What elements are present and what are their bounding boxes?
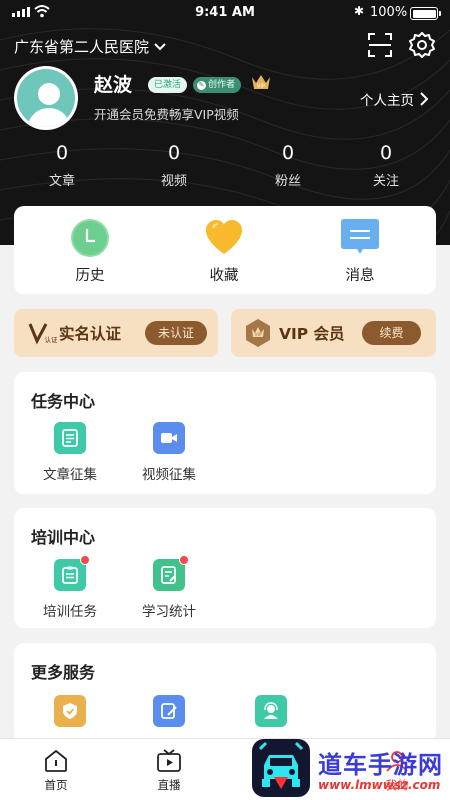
vip-crown-text: VIP	[257, 84, 265, 90]
training-center-card: 培训中心 培训任务 学习统计	[14, 508, 436, 628]
vip-shield-icon: VIP	[246, 319, 270, 347]
vip-membership-banner[interactable]: VIP VIP 会员 续费	[231, 309, 436, 357]
stat-articles[interactable]: 0 文章	[22, 142, 102, 189]
verification-status-button[interactable]: 未认证	[145, 321, 207, 345]
car-icon	[258, 741, 304, 789]
notification-dot	[179, 555, 189, 565]
article-collection-label: 文章征集	[43, 467, 97, 483]
vip-crown-icon: VIP	[252, 75, 270, 90]
training-task-label: 培训任务	[43, 604, 97, 620]
favorites-label: 收藏	[209, 268, 239, 284]
tab-live-label: 直播	[157, 778, 181, 792]
shield-icon	[63, 703, 77, 719]
scan-icon[interactable]	[367, 32, 393, 58]
more-services-card: 更多服务	[14, 643, 436, 743]
message-icon	[341, 219, 379, 254]
stat-label: 粉丝	[274, 174, 301, 189]
watermark-text: 道车手游网	[318, 751, 443, 779]
service-item-edit[interactable]	[126, 695, 212, 727]
notification-dot	[80, 555, 90, 565]
renew-button[interactable]: 续费	[362, 321, 421, 345]
stat-label: 关注	[372, 174, 399, 189]
watermark-logo	[252, 739, 310, 797]
activated-badge: 已激活	[148, 77, 188, 93]
video-icon	[161, 433, 177, 443]
chevron-right-icon	[420, 92, 428, 106]
hospital-name: 广东省第二人民医院	[14, 38, 150, 56]
article-icon	[62, 429, 78, 447]
tab-home[interactable]: 首页	[16, 749, 96, 793]
quick-actions-card: 历史 收藏 消息	[14, 206, 436, 294]
membership-promo[interactable]: 开通会员免费畅享VIP视频	[94, 104, 239, 123]
real-name-verification-title: 实名认证	[59, 325, 122, 343]
edit-icon	[161, 703, 177, 719]
battery-icon	[410, 7, 441, 20]
tab-live[interactable]: 直播	[129, 749, 209, 793]
stat-value: 0	[55, 142, 69, 164]
stat-value: 0	[281, 142, 295, 164]
stat-value: 0	[167, 142, 181, 164]
personal-homepage-link[interactable]: 个人主页	[360, 89, 428, 109]
video-collection-item[interactable]: 视频征集	[126, 422, 212, 483]
chevron-down-icon	[154, 42, 166, 50]
vip-shield-text: VIP	[254, 332, 261, 338]
avatar[interactable]	[14, 66, 78, 130]
history-button[interactable]: 历史	[45, 218, 135, 285]
stats-row: 0 文章 0 视频 0 粉丝 0 关注	[0, 142, 450, 192]
task-center-card: 任务中心 文章征集 视频征集	[14, 372, 436, 494]
video-collection-label: 视频征集	[142, 467, 196, 483]
hospital-selector[interactable]: 广东省第二人民医院	[14, 36, 167, 57]
messages-button[interactable]: 消息	[315, 218, 405, 285]
learning-statistics-item[interactable]: 学习统计	[126, 555, 212, 620]
battery-percentage: 100%	[370, 5, 408, 20]
pen-icon: ✎	[197, 80, 206, 90]
verification-logo-text: 认证	[45, 335, 59, 344]
training-center-title: 培训中心	[31, 528, 96, 547]
gear-icon[interactable]	[408, 31, 436, 59]
heart-icon	[206, 220, 242, 254]
creator-badge: ✎ 创作者	[193, 77, 242, 93]
vip-membership-title: VIP 会员	[279, 325, 345, 343]
learning-statistics-label: 学习统计	[142, 604, 196, 620]
service-item-shield[interactable]	[27, 695, 113, 727]
stat-fans[interactable]: 0 粉丝	[248, 142, 328, 189]
favorites-button[interactable]: 收藏	[179, 218, 269, 285]
tab-home-label: 首页	[44, 778, 68, 792]
status-bar: 9:41 AM ✱ 100%	[0, 0, 450, 26]
real-name-verification-banner[interactable]: 认证 实名认证 未认证	[14, 309, 218, 357]
more-services-title: 更多服务	[31, 663, 96, 682]
training-task-item[interactable]: 培训任务	[27, 555, 113, 620]
stat-label: 文章	[48, 174, 75, 189]
watermark-url: www.lmwwsz.com	[318, 778, 441, 792]
stat-following[interactable]: 0 关注	[346, 142, 426, 189]
stat-videos[interactable]: 0 视频	[134, 142, 214, 189]
home-icon	[45, 750, 67, 772]
tv-icon	[157, 749, 181, 772]
creator-badge-label: 创作者	[208, 80, 236, 90]
clock-icon	[71, 219, 109, 257]
verification-logo-icon: 认证	[28, 323, 59, 345]
bluetooth-icon: ✱	[354, 4, 365, 18]
clipboard-icon	[62, 566, 78, 584]
article-collection-item[interactable]: 文章征集	[27, 422, 113, 483]
user-name: 赵波	[94, 74, 133, 96]
stat-label: 视频	[160, 174, 187, 189]
history-label: 历史	[75, 268, 105, 284]
watermark: 道车手游网 www.lmwwsz.com	[250, 735, 450, 800]
task-center-title: 任务中心	[31, 392, 96, 411]
messages-label: 消息	[345, 268, 375, 284]
personal-homepage-label: 个人主页	[360, 93, 414, 109]
report-icon	[161, 566, 176, 584]
stat-value: 0	[379, 142, 393, 164]
support-icon	[264, 702, 278, 719]
service-item-support[interactable]	[228, 695, 314, 727]
